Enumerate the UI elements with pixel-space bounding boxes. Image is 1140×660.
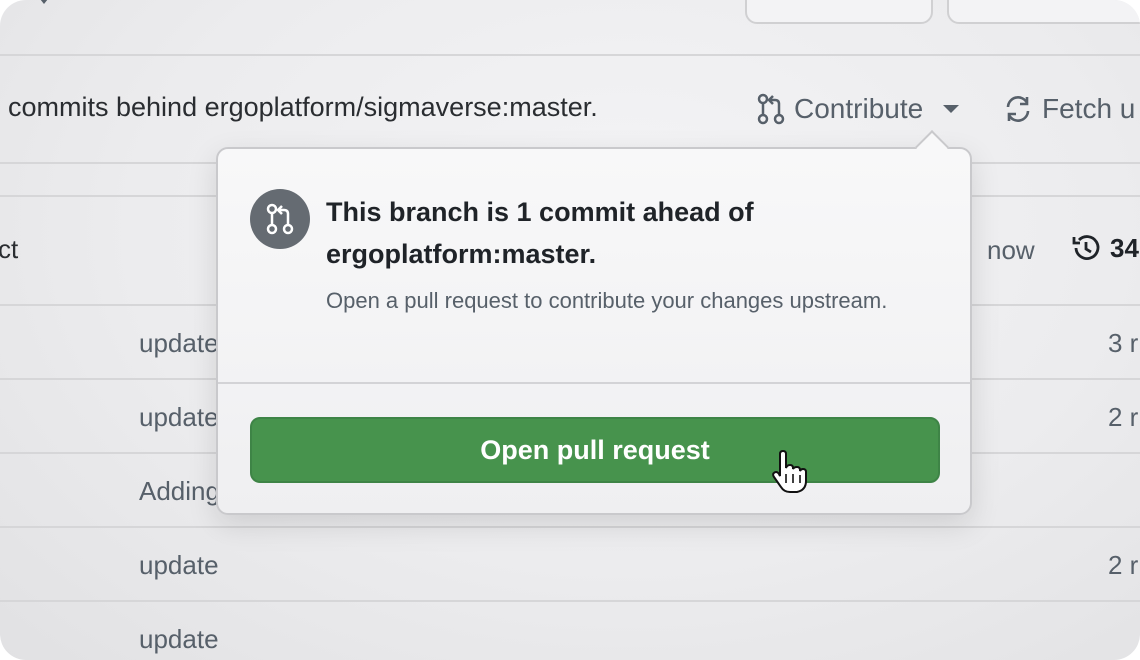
latest-commit-text: ct xyxy=(0,234,19,264)
contribute-label: Contribute xyxy=(794,93,924,124)
fetch-upstream-label: Fetch u xyxy=(1042,93,1136,124)
commit-message-link[interactable]: update xyxy=(139,550,219,581)
commit-message-link[interactable]: update xyxy=(139,402,219,433)
divider xyxy=(0,526,1140,528)
tag-icon xyxy=(40,0,48,5)
sync-icon xyxy=(1006,96,1030,122)
latest-commit-time: now xyxy=(987,235,1035,265)
contribute-popover: This branch is 1 commit ahead of ergopla… xyxy=(216,147,972,515)
hand-pointer-cursor-icon xyxy=(772,450,807,493)
commit-age: 2 r xyxy=(1108,550,1139,580)
app-window: commits behind ergoplatform/sigmaverse:m… xyxy=(0,0,1140,660)
history-icon xyxy=(1072,235,1100,260)
git-pull-request-icon xyxy=(757,93,785,125)
open-pull-request-button[interactable]: Open pull request xyxy=(250,417,940,483)
commit-age: 2 r xyxy=(1108,402,1139,432)
commit-history-link[interactable]: 34 xyxy=(1070,232,1139,264)
divider xyxy=(0,600,1140,602)
commit-message-link[interactable]: Adding xyxy=(139,476,220,507)
top-toolbar xyxy=(0,0,1140,56)
branch-status-text: commits behind ergoplatform/sigmaverse:m… xyxy=(8,92,598,122)
git-pull-request-icon xyxy=(250,189,310,249)
commit-count: 34 xyxy=(1110,232,1139,263)
toolbar-button[interactable] xyxy=(745,0,933,24)
fetch-upstream-button[interactable]: Fetch u xyxy=(1002,90,1135,128)
popover-description: Open a pull request to contribute your c… xyxy=(326,288,888,313)
popover-title: This branch is 1 commit ahead of ergopla… xyxy=(326,197,754,269)
toolbar-button[interactable] xyxy=(947,0,1140,24)
commit-age: 3 r xyxy=(1108,328,1139,358)
divider xyxy=(218,382,970,384)
commit-message-link[interactable]: update xyxy=(139,328,219,359)
chevron-down-icon xyxy=(943,105,960,113)
commit-message-link[interactable]: update xyxy=(139,624,219,655)
contribute-button[interactable]: Contribute xyxy=(756,90,960,128)
